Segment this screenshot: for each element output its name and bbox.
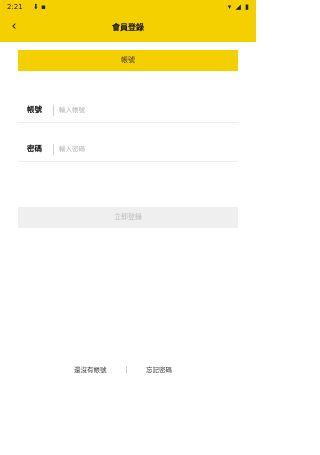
password-row: 密碼 [18, 137, 238, 162]
field-divider [53, 105, 54, 116]
account-input[interactable] [59, 102, 229, 118]
account-label: 帳號 [27, 105, 42, 114]
password-input[interactable] [59, 141, 229, 157]
tab-account-login[interactable]: 帳號 [18, 50, 238, 71]
account-row: 帳號 [18, 98, 238, 123]
field-divider [53, 144, 54, 155]
forgot-password-link[interactable]: 忘記密碼 [146, 364, 172, 376]
login-button[interactable]: 立即登錄 [18, 207, 238, 228]
status-bar: 2:21 ⬇ ▪ ▾ ◢ ▮ [0, 0, 256, 14]
download-notification-icon: ⬇ ▪ [33, 3, 46, 11]
password-label: 密碼 [27, 144, 42, 153]
page-title: 會員登錄 [112, 23, 144, 32]
system-status-icons: ▾ ◢ ▮ [227, 3, 250, 11]
chevron-left-icon[interactable]: ‹ [6, 18, 22, 36]
link-divider [126, 366, 127, 374]
register-link[interactable]: 還沒有帳號 [74, 364, 107, 376]
app-header: 會員登錄 ‹ [0, 14, 256, 42]
status-time: 2:21 [7, 3, 23, 11]
